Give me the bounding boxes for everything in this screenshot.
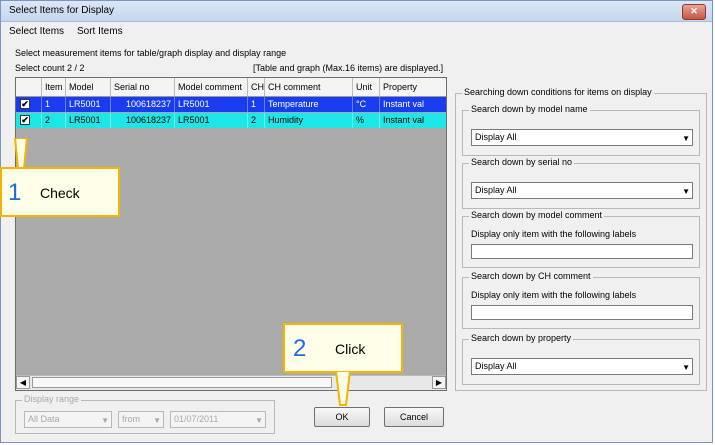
row-checkbox-cell: ✔ <box>16 97 42 112</box>
search-conditions-title: Searching down conditions for items on d… <box>462 87 654 97</box>
arrow-right-icon: ▶ <box>435 378 443 387</box>
cell-ch-comment: Humidity <box>265 113 353 128</box>
select-count: Select count 2 / 2 <box>15 63 85 73</box>
model-comment-note: Display only item with the following lab… <box>471 229 637 239</box>
ch-comment-input[interactable] <box>471 305 693 320</box>
scroll-right-button[interactable]: ▶ <box>432 376 446 389</box>
header-property[interactable]: Property <box>380 78 446 96</box>
model-name-label: Search down by model name <box>469 104 590 114</box>
row-checkbox[interactable]: ✔ <box>20 115 30 125</box>
property-value: Display All <box>475 361 517 371</box>
scroll-left-button[interactable]: ◀ <box>16 376 30 389</box>
cancel-button[interactable]: Cancel <box>384 407 444 427</box>
from-value: from <box>122 414 140 424</box>
horizontal-scrollbar[interactable]: ◀ ▶ <box>16 375 446 390</box>
callout-check-pointer <box>14 138 28 169</box>
callout-click-pointer <box>334 371 352 406</box>
header-ch[interactable]: CH <box>248 78 265 96</box>
chevron-down-icon: ▼ <box>153 416 161 425</box>
property-group: Search down by property Display All ▼ <box>462 333 700 385</box>
cell-item: 1 <box>42 97 66 112</box>
ch-comment-label: Search down by CH comment <box>469 271 593 281</box>
model-comment-group: Search down by model comment Display onl… <box>462 210 700 268</box>
max-items-note: [Table and graph (Max.16 items) are disp… <box>253 63 444 73</box>
model-name-value: Display All <box>475 132 517 142</box>
model-comment-input[interactable] <box>471 244 693 259</box>
callout-click-text: Click <box>335 341 366 357</box>
ch-comment-group: Search down by CH comment Display only i… <box>462 271 700 329</box>
cell-ch: 2 <box>248 113 265 128</box>
instruction-text: Select measurement items for table/graph… <box>15 48 287 58</box>
cell-property: Instant val <box>380 97 446 112</box>
cell-serial: 100618237 <box>111 97 175 112</box>
serial-no-value: Display All <box>475 185 517 195</box>
header-unit[interactable]: Unit <box>353 78 380 96</box>
header-serial[interactable]: Serial no <box>111 78 175 96</box>
chevron-down-icon: ▼ <box>255 416 263 425</box>
cell-ch-comment: Temperature <box>265 97 353 112</box>
table-row[interactable]: ✔ 2 LR5001 100618237 LR5001 2 Humidity %… <box>16 113 446 128</box>
display-range-label: Display range <box>22 394 82 404</box>
callout-check-text: Check <box>40 185 80 201</box>
ok-button[interactable]: OK <box>314 407 370 427</box>
cell-unit: °C <box>353 97 380 112</box>
display-range-group: Display range All Data ▼ from ▼ 01/07/2011… <box>15 394 275 434</box>
row-checkbox-cell: ✔ <box>16 113 42 128</box>
header-model-comment[interactable]: Model comment <box>175 78 248 96</box>
arrow-left-icon: ◀ <box>19 378 27 387</box>
search-conditions-group: Searching down conditions for items on d… <box>455 87 707 391</box>
chevron-down-icon: ▼ <box>101 416 109 425</box>
header-ch-comment[interactable]: CH comment <box>265 78 353 96</box>
close-button[interactable]: ✕ <box>682 4 706 20</box>
model-name-group: Search down by model name Display All ▼ <box>462 104 700 156</box>
title-bar: Select Items for Display ✕ <box>1 1 712 22</box>
cell-model: LR5001 <box>66 97 111 112</box>
cell-serial: 100618237 <box>111 113 175 128</box>
header-model[interactable]: Model <box>66 78 111 96</box>
date-select[interactable]: 01/07/2011 ▼ <box>170 411 266 428</box>
select-items-dialog: Select Items for Display ✕ Select Items … <box>0 0 713 443</box>
callout-check: 1 Check <box>0 167 120 217</box>
dialog-title: Select Items for Display <box>9 5 115 16</box>
header-item[interactable]: Item <box>42 78 66 96</box>
cell-item: 2 <box>42 113 66 128</box>
row-checkbox[interactable]: ✔ <box>20 99 30 109</box>
menu-bar: Select Items Sort Items <box>1 22 712 40</box>
cell-model-comment: LR5001 <box>175 113 248 128</box>
callout-click: 2 Click <box>283 323 403 373</box>
range-select[interactable]: All Data ▼ <box>24 411 112 428</box>
header-checkbox <box>16 78 42 96</box>
serial-no-select[interactable]: Display All ▼ <box>471 182 693 199</box>
model-comment-label: Search down by model comment <box>469 210 605 220</box>
ch-comment-note: Display only item with the following lab… <box>471 290 637 300</box>
cell-model: LR5001 <box>66 113 111 128</box>
check-icon: ✔ <box>21 99 29 109</box>
cell-unit: % <box>353 113 380 128</box>
cell-model-comment: LR5001 <box>175 97 248 112</box>
range-value: All Data <box>28 414 60 424</box>
date-value: 01/07/2011 <box>174 414 219 424</box>
property-label: Search down by property <box>469 333 574 343</box>
menu-select-items[interactable]: Select Items <box>9 26 64 37</box>
serial-no-label: Search down by serial no <box>469 157 575 167</box>
scroll-thumb[interactable] <box>32 377 332 388</box>
table-row[interactable]: ✔ 1 LR5001 100618237 LR5001 1 Temperatur… <box>16 97 446 112</box>
from-select[interactable]: from ▼ <box>118 411 164 428</box>
serial-no-group: Search down by serial no Display All ▼ <box>462 157 700 209</box>
callout-check-number: 1 <box>8 179 22 206</box>
callout-click-number: 2 <box>293 335 307 362</box>
check-icon: ✔ <box>21 115 29 125</box>
chevron-down-icon: ▼ <box>682 134 690 143</box>
model-name-select[interactable]: Display All ▼ <box>471 129 693 146</box>
property-select[interactable]: Display All ▼ <box>471 358 693 375</box>
chevron-down-icon: ▼ <box>682 187 690 196</box>
table-header: Item Model Serial no Model comment CH CH… <box>16 78 446 97</box>
close-icon: ✕ <box>690 6 698 16</box>
cell-property: Instant val <box>380 113 446 128</box>
menu-sort-items[interactable]: Sort Items <box>77 26 123 37</box>
chevron-down-icon: ▼ <box>682 363 690 372</box>
cell-ch: 1 <box>248 97 265 112</box>
